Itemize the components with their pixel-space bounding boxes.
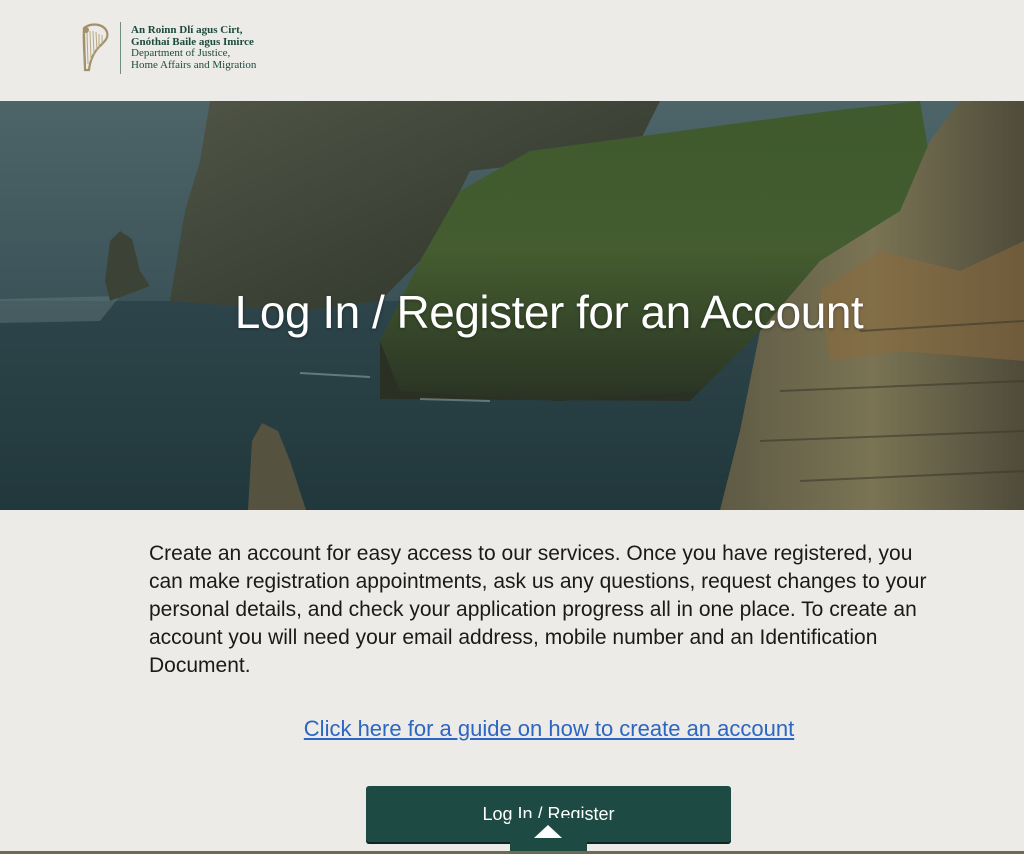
scroll-to-top-button[interactable] <box>510 818 587 852</box>
logo-line-english-2: Home Affairs and Migration <box>131 58 257 71</box>
hero-banner: Log In / Register for an Account <box>0 101 1024 510</box>
scroll-to-top-icon <box>534 825 562 838</box>
logo-line-english-1: Department of Justice, <box>131 47 231 59</box>
intro-paragraph: Create an account for easy access to our… <box>149 542 927 677</box>
site-header: An Roinn Dlí agus Cirt, Gnóthaí Baile ag… <box>0 0 1024 101</box>
page-title: Log In / Register for an Account <box>234 286 864 338</box>
department-logo[interactable]: An Roinn Dlí agus Cirt, Gnóthaí Baile ag… <box>78 22 256 74</box>
logo-line-irish-1: An Roinn Dlí agus Cirt, <box>131 24 243 36</box>
department-name: An Roinn Dlí agus Cirt, Gnóthaí Baile ag… <box>131 22 256 71</box>
account-guide-link[interactable]: Click here for a guide on how to create … <box>0 716 1024 742</box>
harp-icon <box>82 23 109 72</box>
logo-divider <box>120 22 121 74</box>
